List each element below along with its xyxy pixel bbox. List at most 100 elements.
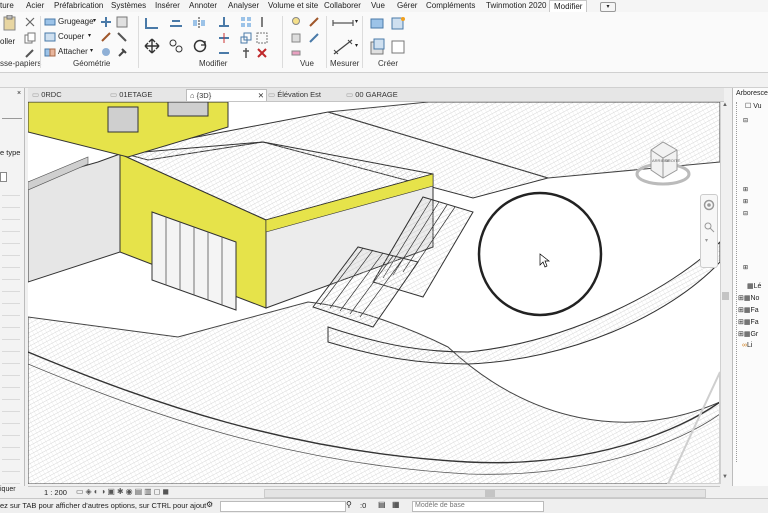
tree-item-nomenclatures[interactable]: ⊞▦No <box>738 294 759 302</box>
view-controls-icons[interactable]: ▭◈◐◑▣✱◉▤▥◻◼ <box>76 487 171 496</box>
scale-icon[interactable] <box>240 32 252 44</box>
create-similar-icon[interactable] <box>390 38 406 56</box>
tree-item-familles[interactable]: ⊞▦Fa <box>738 318 759 326</box>
exclude-options-icon[interactable]: ▦ <box>392 500 400 509</box>
eraser-icon[interactable] <box>290 47 302 59</box>
scroll-down-icon[interactable]: ▼ <box>722 474 728 480</box>
horizontal-scrollbar[interactable] <box>264 489 706 498</box>
zoom-icon[interactable] <box>703 221 715 233</box>
paste-icon[interactable] <box>2 15 18 31</box>
tab-3d[interactable]: ⌂ {3D} ✕ <box>186 89 267 101</box>
couper-dropdown-icon[interactable]: ▾ <box>88 32 91 39</box>
horizontal-scroll-thumb[interactable] <box>485 490 495 497</box>
create-group-icon[interactable] <box>370 38 386 56</box>
cope-icon[interactable] <box>44 16 56 28</box>
properties-close-icon[interactable]: × <box>17 90 21 97</box>
dimension-icon[interactable] <box>332 38 354 56</box>
override-graphics-icon[interactable] <box>308 16 320 28</box>
grugeage-label[interactable]: Grugeage <box>58 17 94 26</box>
rotate-icon[interactable] <box>192 38 208 54</box>
tree-expand-icon[interactable]: ⊞ <box>743 186 748 193</box>
measure-icon[interactable] <box>332 18 354 28</box>
viewport-scrollbar[interactable]: ▲ ▼ <box>720 102 731 484</box>
zoom-dropdown-icon[interactable]: ▾ <box>705 237 708 244</box>
tree-item-liens[interactable]: ∞Li <box>742 342 752 349</box>
menu-collaborer[interactable]: Collaborer <box>324 1 361 10</box>
tab-00-garage[interactable]: ▭ 00 GARAGE <box>346 89 422 100</box>
tab-elevation-est[interactable]: ▭ Élévation Est <box>268 89 344 100</box>
create-assembly-icon[interactable] <box>370 16 386 30</box>
scroll-up-icon[interactable]: ▲ <box>722 102 728 108</box>
paste-label[interactable]: oller <box>0 37 15 46</box>
mirror-pick-icon[interactable] <box>192 16 206 30</box>
menu-annoter[interactable]: Annoter <box>189 1 217 10</box>
delete-icon[interactable] <box>256 47 268 59</box>
tree-expand-icon[interactable]: ⊞ <box>743 198 748 205</box>
worksets-icon[interactable]: ⚙ <box>206 500 213 509</box>
hide-element-icon[interactable] <box>290 32 302 44</box>
offset-icon[interactable] <box>168 16 184 30</box>
editable-icon[interactable]: ⚲ <box>346 500 352 509</box>
hammer-icon[interactable] <box>116 46 128 58</box>
menu-gerer[interactable]: Gérer <box>397 1 417 10</box>
split-face-icon[interactable] <box>116 16 128 28</box>
viewcube-face-right[interactable]: DROITE <box>665 158 680 163</box>
remove-paint-icon[interactable] <box>100 46 112 58</box>
menu-systemes[interactable]: Systèmes <box>111 1 146 10</box>
light-bulb-icon[interactable] <box>290 16 302 28</box>
group-icon[interactable] <box>256 32 268 44</box>
split-icon[interactable] <box>218 32 230 44</box>
wall-joins-icon[interactable] <box>100 16 112 28</box>
viewcube[interactable]: ARRIÈRE DROITE <box>633 132 693 192</box>
menu-prefabrication[interactable]: Préfabrication <box>54 1 103 10</box>
attacher-dropdown-icon[interactable]: ▾ <box>90 47 93 54</box>
attacher-label[interactable]: Attacher <box>58 47 88 56</box>
tab-01etage[interactable]: ▭ 01ETAGE <box>110 89 182 100</box>
ribbon-options-icon[interactable]: ▾ <box>600 2 616 12</box>
copy-element-icon[interactable] <box>168 38 184 54</box>
cut-geometry-icon[interactable] <box>44 31 56 43</box>
demolish-icon[interactable] <box>116 31 128 43</box>
menu-twinmotion[interactable]: Twinmotion 2020 <box>486 1 546 10</box>
tree-expand-icon[interactable]: ⊟ <box>743 117 748 124</box>
create-parts-icon[interactable] <box>390 16 406 30</box>
properties-apply-button[interactable]: iquer <box>0 486 16 493</box>
design-option-dropdown[interactable]: Modèle de base <box>412 501 544 512</box>
menu-acier[interactable]: Acier <box>26 1 44 10</box>
tree-item-feuilles[interactable]: ⊞▦Fa <box>738 306 759 314</box>
tree-item-views[interactable]: ☐ Vu <box>745 102 762 110</box>
pin-icon[interactable] <box>240 47 252 59</box>
steering-wheel-icon[interactable] <box>703 199 715 211</box>
align-icon[interactable] <box>144 16 160 30</box>
menu-complements[interactable]: Compléments <box>426 1 475 10</box>
menu-vue[interactable]: Vue <box>371 1 385 10</box>
menu-analyser[interactable]: Analyser <box>228 1 259 10</box>
design-options-icon[interactable]: ▤ <box>378 500 386 509</box>
unpin-icon[interactable] <box>256 16 268 28</box>
menu-structure[interactable]: ture <box>0 1 14 10</box>
menu-volume-site[interactable]: Volume et site <box>268 1 318 10</box>
scroll-thumb[interactable] <box>722 292 729 300</box>
join-icon[interactable] <box>44 46 56 58</box>
linework-icon[interactable] <box>308 32 320 44</box>
array-icon[interactable] <box>240 16 252 28</box>
tab-close-icon[interactable]: ✕ <box>258 90 264 101</box>
workset-dropdown[interactable] <box>220 501 346 512</box>
cut-icon[interactable] <box>24 16 36 28</box>
dimension-dropdown-icon[interactable]: ▾ <box>355 42 358 49</box>
grugeage-dropdown-icon[interactable]: ▾ <box>93 17 96 24</box>
paint-icon[interactable] <box>100 31 112 43</box>
trim-icon[interactable] <box>218 16 230 28</box>
menu-inserer[interactable]: Insérer <box>155 1 180 10</box>
tab-0rdc[interactable]: ▭ 0RDC <box>32 89 104 100</box>
move-icon[interactable] <box>144 38 160 54</box>
couper-label[interactable]: Couper <box>58 32 84 41</box>
type-dropdown[interactable] <box>0 172 7 182</box>
tree-expand-icon[interactable]: ⊞ <box>743 264 748 271</box>
view-scale[interactable]: 1 : 200 <box>44 488 67 497</box>
measure-dropdown-icon[interactable]: ▾ <box>355 18 358 25</box>
extend-icon[interactable] <box>218 47 230 59</box>
tree-expand-icon[interactable]: ⊟ <box>743 210 748 217</box>
tree-item-legendes[interactable]: ▦Lé <box>747 282 761 290</box>
tree-item-groupes[interactable]: ⊞▦Gr <box>738 330 758 338</box>
